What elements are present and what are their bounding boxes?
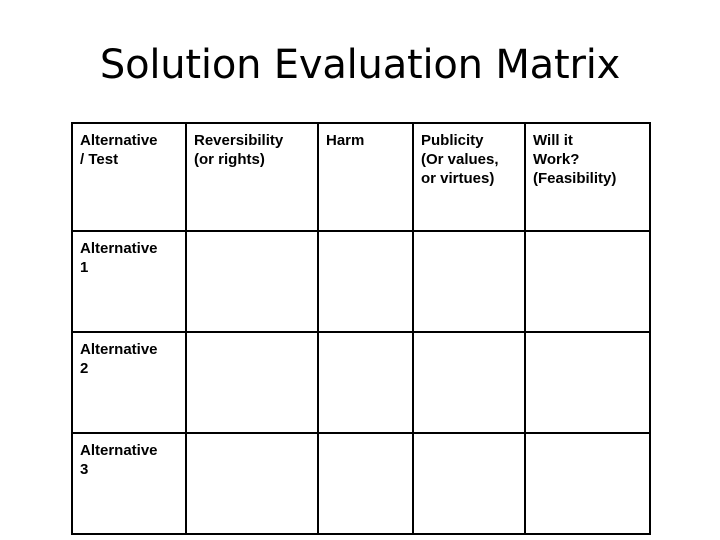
column-header-reversibility: Reversibility (or rights) (185, 122, 319, 232)
table-header-row: Alternative / Test Reversibility (or rig… (71, 122, 651, 232)
row-label-line-1: Alternative (80, 442, 158, 459)
page-title: Solution Evaluation Matrix (99, 42, 621, 88)
column-header-publicity: Publicity (Or values, or virtues) (412, 122, 526, 232)
header-line-1: Publicity (421, 132, 484, 149)
row-label-line-1: Alternative (80, 240, 158, 257)
cell-alternative-1-will-it-work[interactable] (524, 230, 651, 333)
header-line-2: (or rights) (194, 151, 265, 168)
row-label-line-2: 1 (80, 259, 89, 276)
cell-alternative-2-harm[interactable] (317, 331, 414, 434)
cell-alternative-3-will-it-work[interactable] (524, 432, 651, 535)
solution-evaluation-matrix: Alternative / Test Reversibility (or rig… (71, 122, 651, 535)
table-row: Alternative 3 (71, 432, 651, 535)
row-label-alternative-1: Alternative 1 (71, 230, 187, 333)
header-line-2: / Test (80, 151, 119, 168)
cell-alternative-1-reversibility[interactable] (185, 230, 319, 333)
row-label-line-2: 2 (80, 360, 89, 377)
cell-alternative-3-reversibility[interactable] (185, 432, 319, 535)
row-label-alternative-3: Alternative 3 (71, 432, 187, 535)
header-line-2: Work? (533, 151, 580, 168)
column-header-will-it-work: Will it Work? (Feasibility) (524, 122, 651, 232)
header-line-3: or virtues) (421, 170, 495, 187)
header-line-2: (Or values, (421, 151, 499, 168)
table-row: Alternative 2 (71, 331, 651, 434)
column-header-harm: Harm (317, 122, 414, 232)
cell-alternative-3-harm[interactable] (317, 432, 414, 535)
cell-alternative-1-harm[interactable] (317, 230, 414, 333)
cell-alternative-2-publicity[interactable] (412, 331, 526, 434)
cell-alternative-3-publicity[interactable] (412, 432, 526, 535)
column-header-alternative-test: Alternative / Test (71, 122, 187, 232)
row-label-line-1: Alternative (80, 341, 158, 358)
matrix-table: Alternative / Test Reversibility (or rig… (71, 122, 651, 535)
cell-alternative-2-reversibility[interactable] (185, 331, 319, 434)
header-line-1: Alternative (80, 132, 158, 149)
slide-canvas: Solution Evaluation Matrix Alternative /… (0, 0, 720, 540)
cell-alternative-2-will-it-work[interactable] (524, 331, 651, 434)
row-label-alternative-2: Alternative 2 (71, 331, 187, 434)
cell-alternative-1-publicity[interactable] (412, 230, 526, 333)
header-line-1: Reversibility (194, 132, 284, 149)
table-row: Alternative 1 (71, 230, 651, 333)
header-line-1: Will it (533, 132, 573, 149)
header-line-3: (Feasibility) (533, 170, 617, 187)
header-line-1: Harm (326, 132, 365, 149)
row-label-line-2: 3 (80, 461, 89, 478)
